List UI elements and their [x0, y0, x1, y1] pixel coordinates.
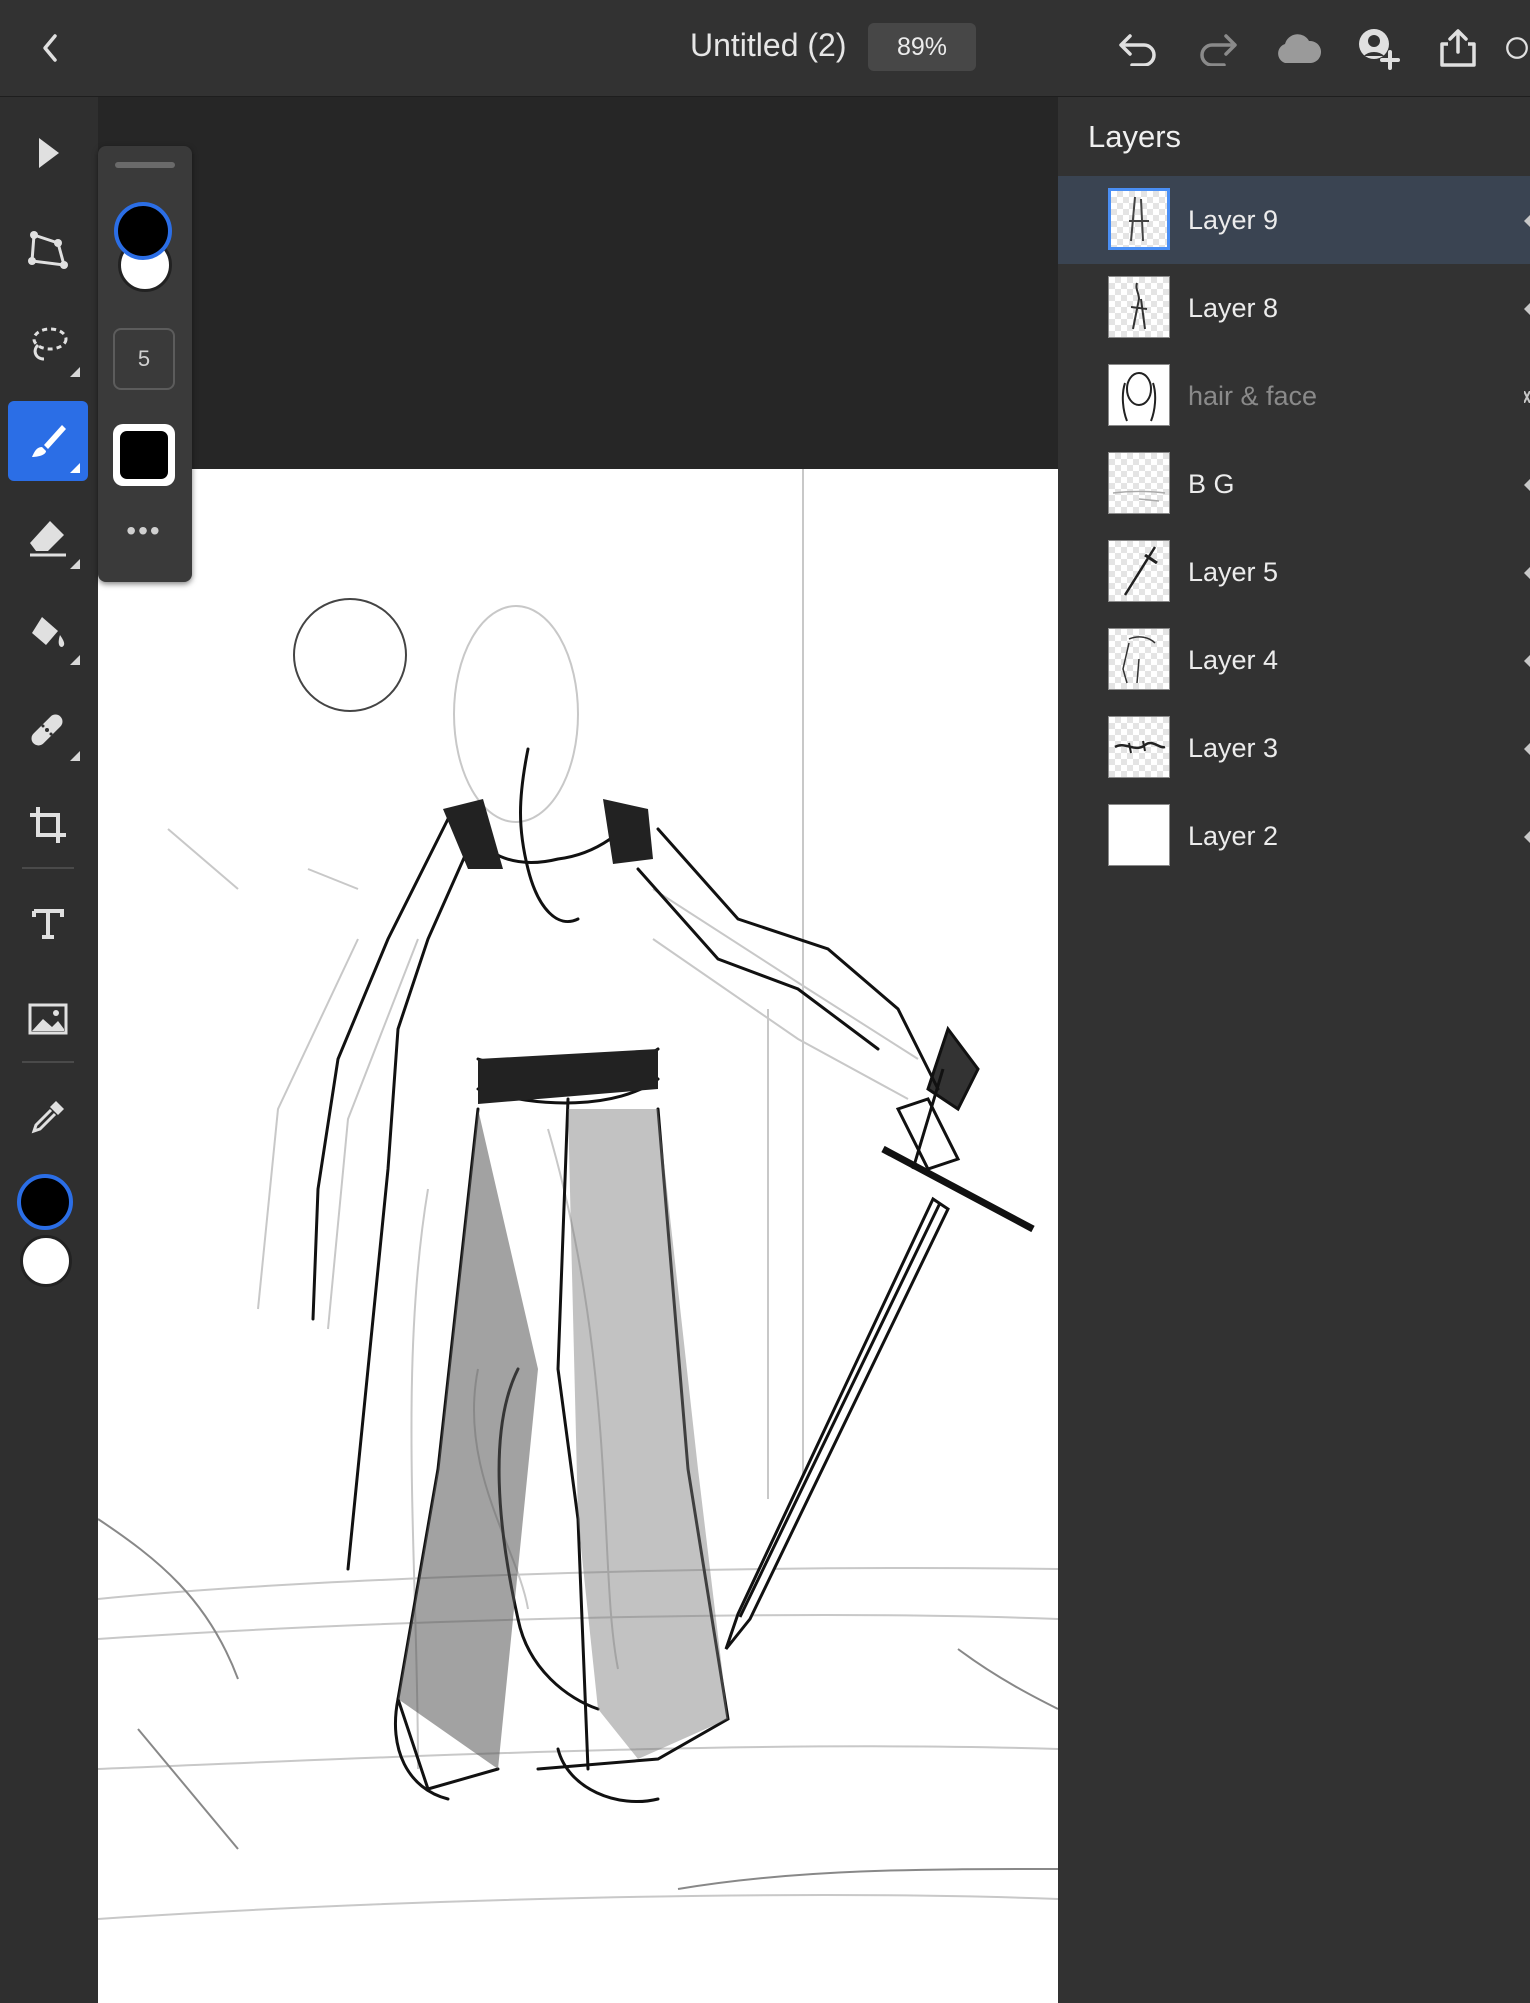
layer-options-icon[interactable] [1524, 742, 1530, 755]
sketch-artwork [98, 469, 1058, 1920]
brush-opacity-swatch[interactable] [113, 424, 175, 486]
more-options-indicator [70, 367, 80, 377]
undo-icon[interactable] [1112, 22, 1164, 74]
layers-panel-title: Layers [1088, 119, 1182, 154]
layer-name: hair & face [1188, 380, 1318, 411]
layer-options-icon[interactable] [1524, 830, 1530, 843]
layer-row[interactable]: Layer 3 [1058, 704, 1530, 792]
layer-row[interactable]: Layer 8 [1058, 264, 1530, 352]
layer-thumbnail [1108, 188, 1170, 250]
more-options-indicator [70, 655, 80, 665]
more-options-button[interactable]: ••• [114, 515, 174, 546]
redo-icon[interactable] [1192, 22, 1244, 74]
layer-name: Layer 2 [1188, 820, 1279, 851]
share-icon[interactable] [1432, 22, 1484, 74]
layer-options-icon[interactable] [1524, 566, 1530, 579]
layer-thumbnail [1108, 364, 1170, 426]
brush-properties-panel: 5 ••• [98, 146, 192, 582]
layer-row[interactable]: B G [1058, 440, 1530, 528]
eraser-icon[interactable] [8, 497, 88, 577]
image-icon[interactable] [8, 979, 88, 1059]
layer-name: B G [1188, 468, 1235, 499]
back-chevron-icon[interactable] [30, 26, 70, 70]
opacity-fill [120, 431, 168, 479]
more-options-indicator [70, 559, 80, 569]
layer-row[interactable]: Layer 2 [1058, 792, 1530, 880]
tool-sidebar [0, 97, 98, 2003]
top-bar: Untitled (2) 89% [0, 0, 1530, 97]
layer-name: Layer 9 [1188, 204, 1279, 235]
brush-size-field[interactable]: 5 [113, 328, 175, 390]
layer-name: Layer 4 [1188, 644, 1279, 675]
layer-name: Layer 8 [1188, 292, 1279, 323]
brush-icon[interactable] [8, 401, 88, 481]
lasso-icon[interactable] [8, 305, 88, 385]
fill-bucket-icon[interactable] [8, 593, 88, 673]
layer-options-icon[interactable] [1524, 302, 1530, 315]
more-options-indicator [70, 751, 80, 761]
secondary-color-swatch[interactable] [20, 1235, 72, 1287]
drawing-canvas[interactable] [98, 469, 1058, 2003]
layer-thumbnail [1108, 804, 1170, 866]
layer-row[interactable]: Layer 9 [1058, 176, 1530, 264]
panel-primary-color[interactable] [114, 202, 172, 260]
transform-icon[interactable] [8, 209, 88, 289]
layer-name: Layer 5 [1188, 556, 1279, 587]
layer-thumbnail [1108, 452, 1170, 514]
layer-row[interactable]: hair & face [1058, 352, 1530, 440]
more-options-indicator [70, 463, 80, 473]
panel-drag-handle[interactable] [115, 162, 175, 168]
help-icon[interactable] [1504, 22, 1530, 74]
select-arrow-icon[interactable] [8, 113, 88, 193]
layer-thumbnail [1108, 628, 1170, 690]
layer-thumbnail [1108, 540, 1170, 602]
crop-icon[interactable] [8, 785, 88, 865]
primary-color-swatch[interactable] [17, 1174, 73, 1230]
toolbar-divider [22, 1061, 74, 1063]
text-icon[interactable] [8, 883, 88, 963]
layer-options-icon[interactable] [1524, 654, 1530, 667]
document-title[interactable]: Untitled (2) [690, 27, 847, 64]
layer-thumbnail [1108, 276, 1170, 338]
zoom-level[interactable]: 89% [868, 23, 976, 71]
layer-name: Layer 3 [1188, 732, 1279, 763]
layer-options-icon[interactable] [1524, 214, 1530, 227]
layer-row[interactable]: Layer 5 [1058, 528, 1530, 616]
layer-thumbnail [1108, 716, 1170, 778]
layer-options-icon[interactable] [1524, 478, 1530, 491]
cloud-icon[interactable] [1272, 22, 1324, 74]
layers-panel: Layers Layer 9 Layer 8 hair & face B G L… [1058, 97, 1530, 2003]
canvas-area[interactable] [98, 97, 1058, 2003]
toolbar-divider [22, 867, 74, 869]
eyedropper-icon[interactable] [8, 1077, 88, 1157]
layer-row[interactable]: Layer 4 [1058, 616, 1530, 704]
heal-icon[interactable] [8, 689, 88, 769]
invite-user-icon[interactable] [1352, 22, 1404, 74]
layer-hidden-icon[interactable] [1523, 390, 1530, 404]
